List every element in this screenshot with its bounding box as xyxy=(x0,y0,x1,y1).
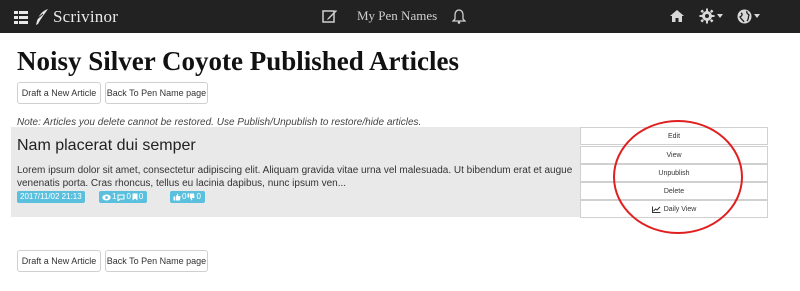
page-title: Noisy Silver Coyote Published Articles xyxy=(17,46,459,76)
draft-new-article-button[interactable]: Draft a New Article xyxy=(17,82,101,104)
language-dropdown[interactable] xyxy=(723,9,760,24)
votes-badge: 0 0 xyxy=(170,191,205,203)
my-pen-names-link[interactable]: My Pen Names xyxy=(357,8,437,24)
edit-icon[interactable] xyxy=(322,8,338,24)
like-count: 0 xyxy=(182,192,187,201)
publish-date: 2017/11/02 21:13 xyxy=(20,192,82,201)
article-excerpt: Lorem ipsum dolor sit amet, consectetur … xyxy=(17,165,573,189)
home-link[interactable] xyxy=(669,9,685,23)
eye-icon xyxy=(102,194,111,200)
brand-name: Scrivinor xyxy=(53,7,119,26)
delete-button[interactable]: Delete xyxy=(580,182,768,200)
gear-icon xyxy=(699,8,715,24)
brand[interactable]: Scrivinor xyxy=(14,7,118,27)
globe-icon xyxy=(737,9,752,23)
view-button[interactable]: View xyxy=(580,146,768,164)
home-icon xyxy=(670,10,684,22)
comment-icon xyxy=(117,194,125,201)
settings-dropdown[interactable] xyxy=(685,8,723,24)
quill-logo-icon xyxy=(34,8,50,26)
thumbs-up-icon xyxy=(173,193,181,201)
back-to-pen-name-button[interactable]: Back To Pen Name page xyxy=(105,82,208,104)
back-to-pen-name-button-bottom[interactable]: Back To Pen Name page xyxy=(105,250,208,272)
delete-button-label: Delete xyxy=(663,187,685,195)
edit-button[interactable]: Edit xyxy=(580,127,768,145)
article-title[interactable]: Nam placerat dui semper xyxy=(17,137,196,155)
date-badge: 2017/11/02 21:13 xyxy=(17,191,85,203)
line-chart-icon xyxy=(651,206,661,213)
draft-new-article-button-bottom[interactable]: Draft a New Article xyxy=(17,250,101,272)
unpublish-button[interactable]: Unpublish xyxy=(580,164,768,182)
bookmark-icon xyxy=(132,193,138,201)
unpublish-button-label: Unpublish xyxy=(658,169,690,177)
dislike-count: 0 xyxy=(196,192,201,201)
thumbs-down-icon xyxy=(187,193,195,201)
chevron-down-icon xyxy=(754,14,760,18)
bookmark-count: 0 xyxy=(138,192,144,201)
top-navbar: Scrivinor My Pen Names xyxy=(0,0,800,33)
menu-icon[interactable] xyxy=(14,10,28,24)
daily-view-button[interactable]: Daily View xyxy=(580,200,768,218)
article-card: Nam placerat dui semper Lorem ipsum dolo… xyxy=(11,127,580,217)
edit-button-label: Edit xyxy=(667,132,681,140)
comment-count: 0 xyxy=(126,192,131,201)
view-button-label: View xyxy=(666,151,682,159)
view-count: 1 xyxy=(112,192,117,201)
daily-view-button-label: Daily View xyxy=(663,205,697,213)
stats-badge: 1 0 0 xyxy=(99,191,148,203)
bell-icon[interactable] xyxy=(451,8,467,24)
